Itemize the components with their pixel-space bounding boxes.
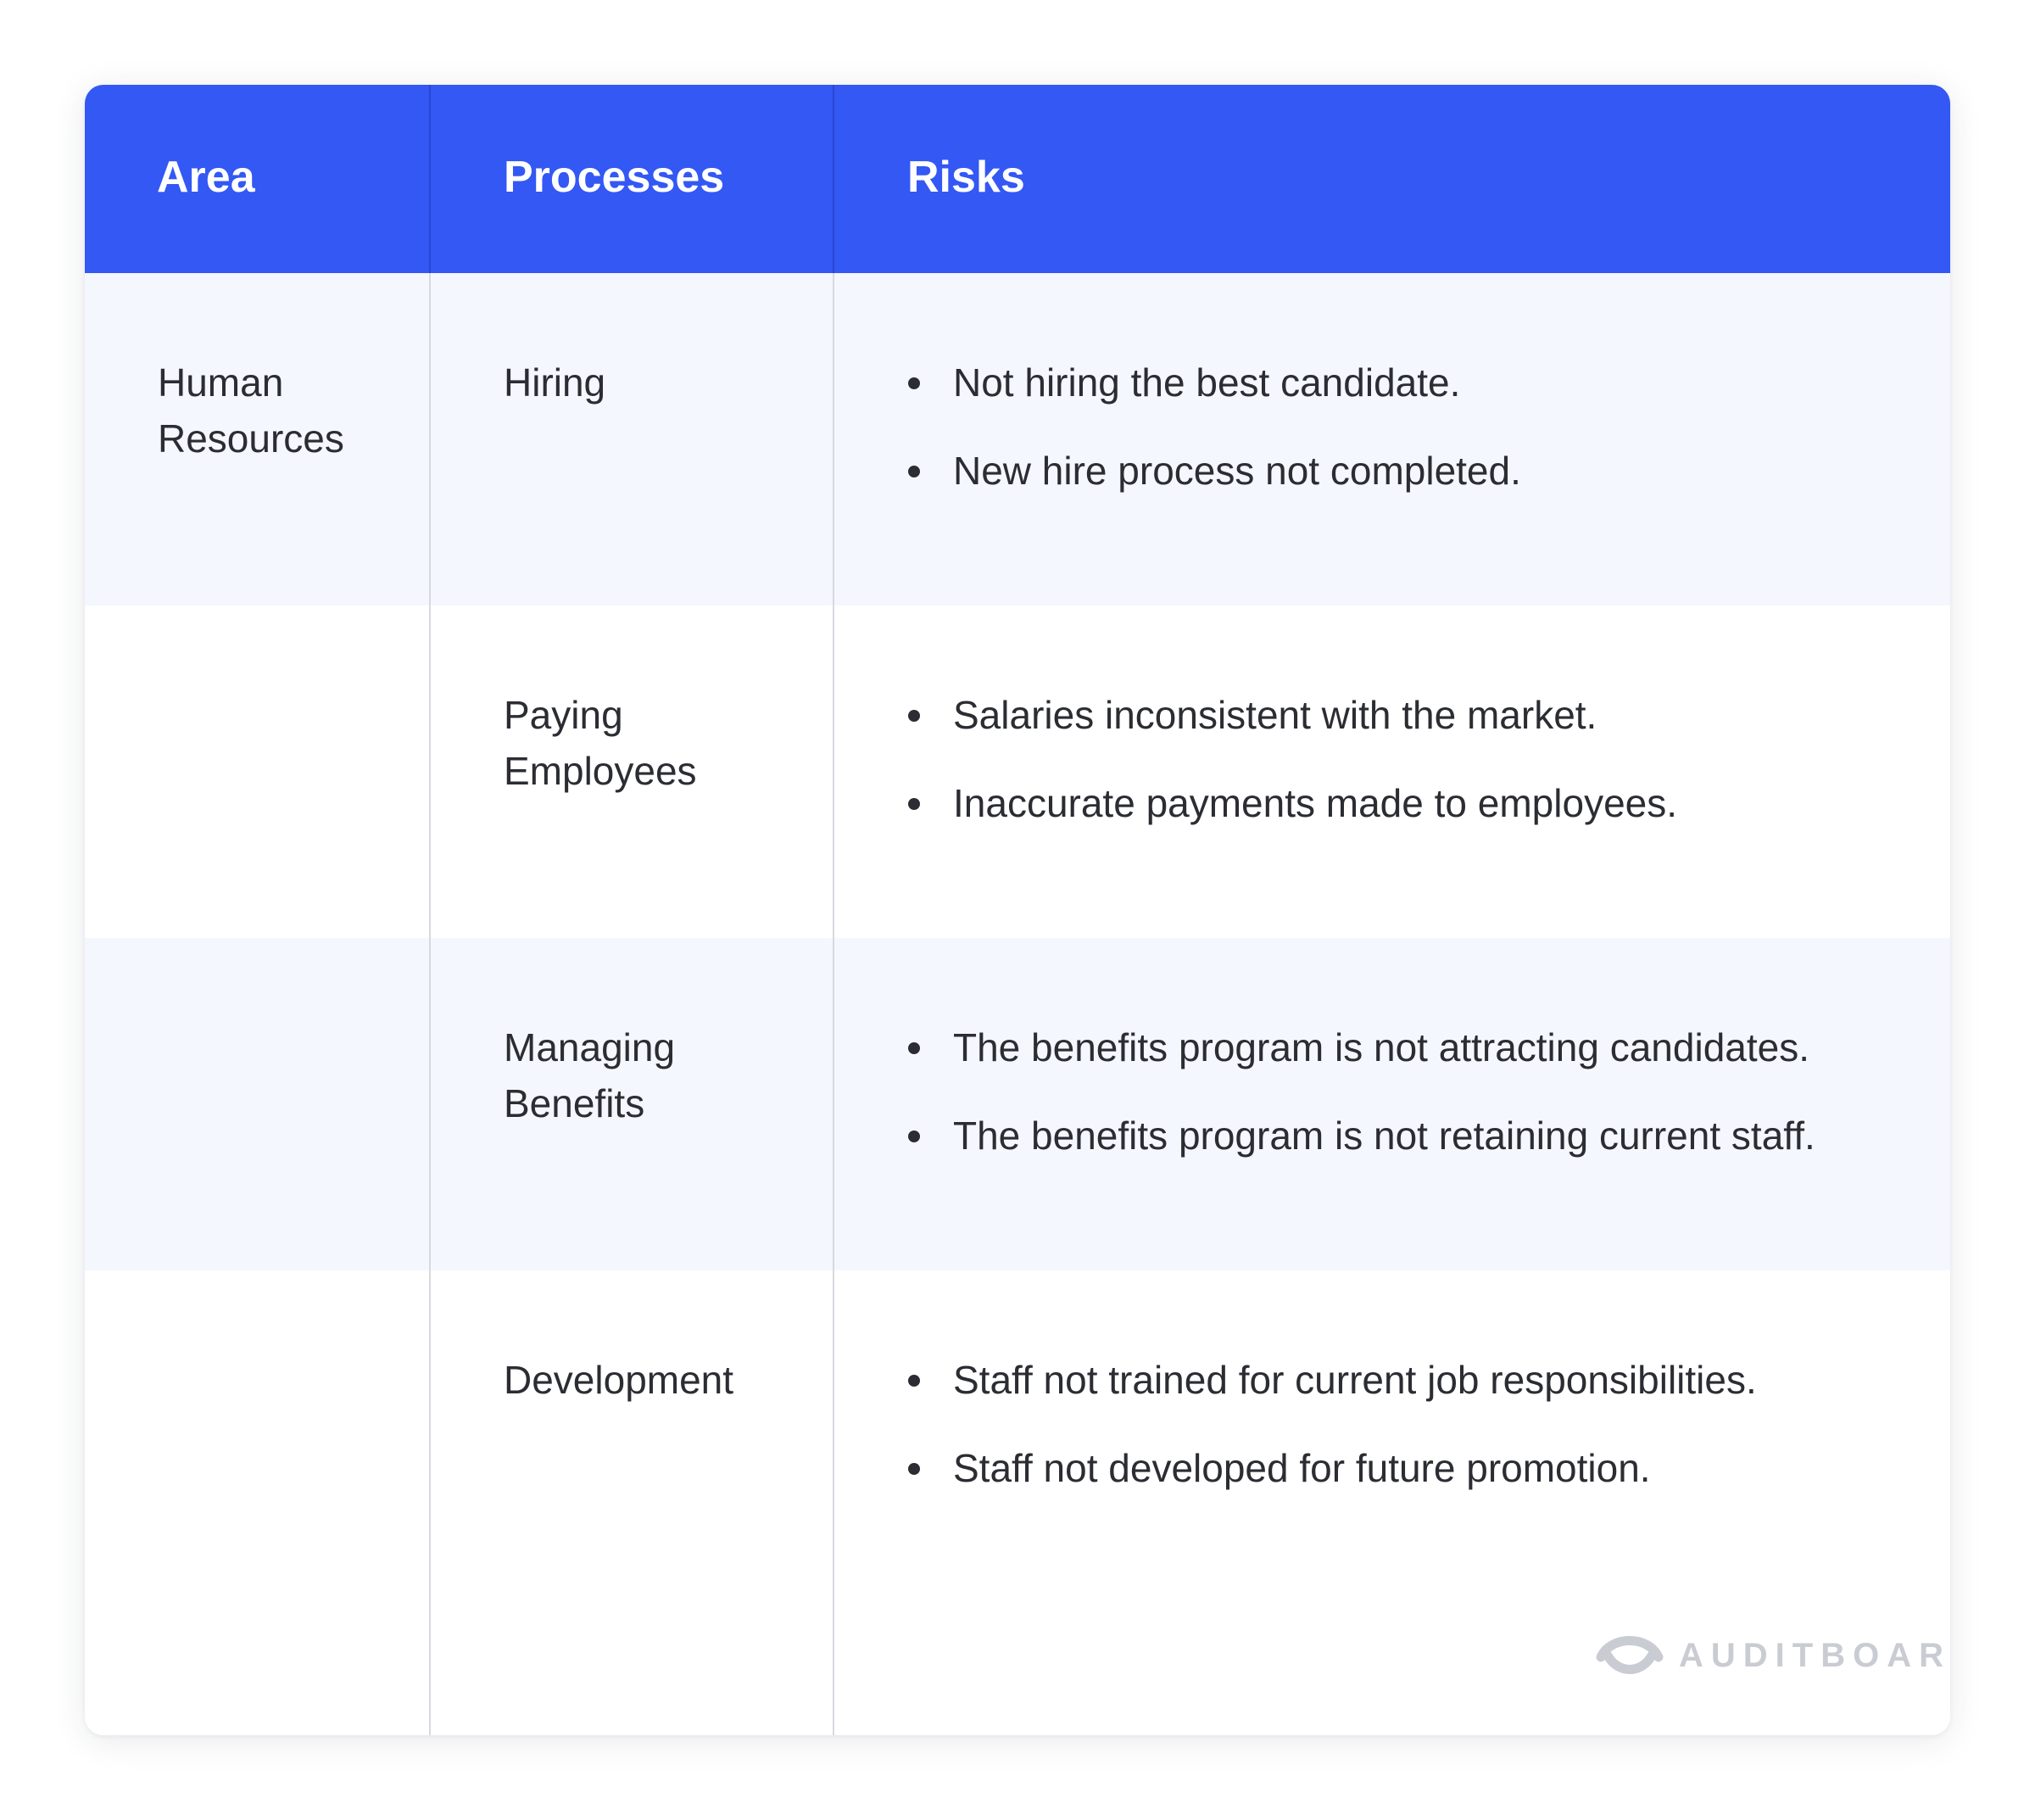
risk-text: Staff not trained for current job respon… [953,1358,1757,1402]
header-processes: Processes [504,153,725,202]
risk-list: Staff not trained for current job respon… [906,1352,1757,1528]
bullet-icon [908,466,920,477]
area-text-line: Human [158,360,284,405]
risk-text: Not hiring the best candidate. [953,360,1461,405]
process-text-line: Development [504,1358,734,1402]
auditboard-logo: AUDITBOARD [1596,1625,1950,1686]
process-text-line: Benefits [504,1081,645,1125]
area-text-line: Resources [158,416,344,461]
bullet-icon [908,1375,920,1387]
risk-item: Not hiring the best candidate. [906,355,1521,410]
risk-table: Area Processes Risks Human Resources Hir… [85,85,1950,1735]
bullet-icon [908,1463,920,1475]
process-cell: Managing Benefits [504,1019,675,1131]
auditboard-logo-icon [1596,1630,1664,1681]
process-cell: Hiring [504,355,605,410]
column-divider [429,85,431,1735]
process-text-line: Managing [504,1025,676,1069]
process-text-line: Employees [504,749,697,793]
risk-text: The benefits program is not attracting c… [953,1025,1810,1069]
process-cell: Paying Employees [504,687,697,799]
risk-text: Inaccurate payments made to employees. [953,781,1678,825]
bullet-icon [908,1042,920,1054]
risk-item: Staff not trained for current job respon… [906,1352,1757,1408]
risk-item: Staff not developed for future promotion… [906,1440,1757,1496]
risk-item: Salaries inconsistent with the market. [906,687,1677,743]
header-risks: Risks [907,153,1025,202]
risk-item: New hire process not completed. [906,443,1521,499]
risk-text: New hire process not completed. [953,449,1521,493]
process-cell: Development [504,1352,733,1408]
bullet-icon [908,377,920,389]
process-text-line: Paying [504,693,623,737]
column-divider [833,85,834,1735]
risk-item: Inaccurate payments made to employees. [906,775,1677,831]
risk-list: The benefits program is not attracting c… [906,1019,1815,1196]
auditboard-logo-text: AUDITBOARD [1679,1637,1950,1674]
bullet-icon [908,1131,920,1142]
risk-text: Staff not developed for future promotion… [953,1446,1651,1490]
bullet-icon [908,798,920,810]
risk-list: Not hiring the best candidate. New hire … [906,355,1521,531]
header-area: Area [157,153,255,202]
risk-item: The benefits program is not attracting c… [906,1019,1815,1075]
risk-text: Salaries inconsistent with the market. [953,693,1597,737]
risk-item: The benefits program is not retaining cu… [906,1108,1815,1164]
risk-list: Salaries inconsistent with the market. I… [906,687,1677,863]
bullet-icon [908,710,920,722]
risk-text: The benefits program is not retaining cu… [953,1114,1815,1158]
process-text-line: Hiring [504,360,606,405]
area-cell: Human Resources [158,355,344,466]
